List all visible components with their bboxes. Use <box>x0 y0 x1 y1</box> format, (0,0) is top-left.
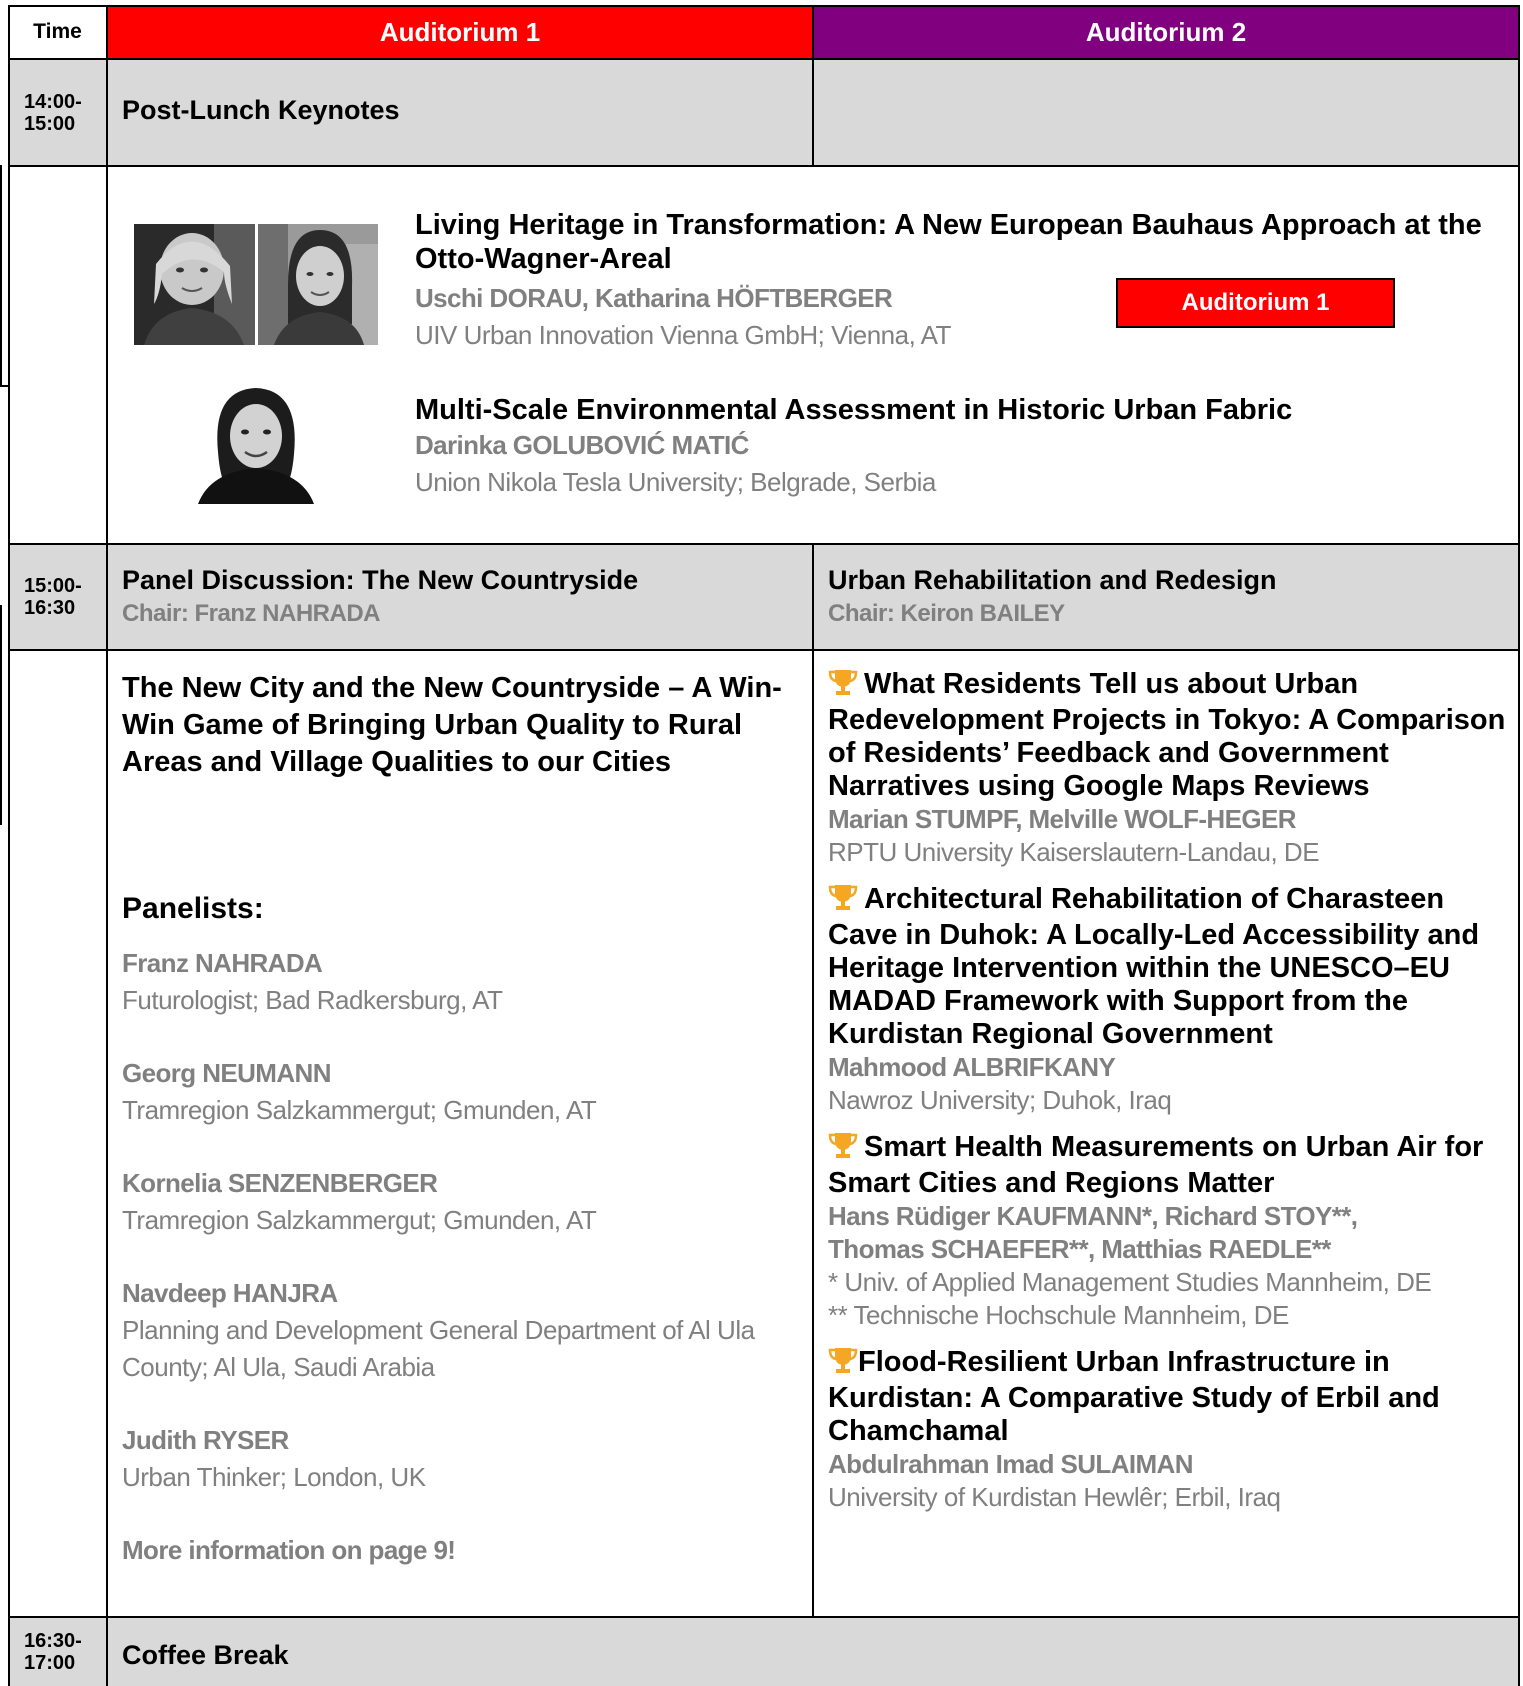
slot3-time-label: 16:30- 17:00 <box>24 1630 82 1674</box>
paper-item: Architectural Rehabilitation of Charaste… <box>828 883 1513 1117</box>
paper-title-text: Flood-Resilient Urban Infrastructure in … <box>828 1346 1440 1447</box>
rehab-paper-list: What Residents Tell us about Urban Redev… <box>828 668 1513 1514</box>
trophy-icon <box>828 668 858 704</box>
keynote-session-title: Post-Lunch Keynotes <box>122 95 400 125</box>
panelist-affiliation: Futurologist; Bad Radkersburg, AT <box>122 985 503 1015</box>
keynote1-affiliation: UIV Urban Innovation Vienna GmbH; Vienna… <box>415 320 951 350</box>
aud1-label: Auditorium 1 <box>379 16 541 47</box>
slot3-time: 16:30- 17:00 <box>10 1618 106 1686</box>
rehab-session-cell <box>813 544 1519 650</box>
time-header-label: Time <box>33 20 82 43</box>
keynote-room-badge-label: Auditorium 1 <box>1181 289 1330 316</box>
panelist-affiliation: Urban Thinker; London, UK <box>122 1462 426 1492</box>
keynote1-title: Living Heritage in Transformation: A New… <box>415 209 1482 275</box>
slot2-time: 15:00- 16:30 <box>10 545 106 649</box>
aud2-label: Auditorium 2 <box>1085 16 1247 47</box>
paper-affiliation: RPTU University Kaiserslautern-Landau, D… <box>828 837 1320 867</box>
panelist-list: Franz NAHRADA Futurologist; Bad Radkersb… <box>122 945 802 1569</box>
panelist-item: Navdeep HANJRA Planning and Development … <box>122 1275 802 1422</box>
panelist-item: Georg NEUMANN Tramregion Salzkammergut; … <box>122 1055 802 1165</box>
speaker-photo-golubovic <box>194 382 317 504</box>
paper-authors: Hans Rüdiger KAUFMANN*, Richard STOY**, <box>828 1201 1358 1231</box>
panel-session-title: Panel Discussion: The New Countryside <box>122 565 639 595</box>
panelist-name: Georg NEUMANN <box>122 1058 331 1088</box>
rehab-chair: Chair: Keiron BAILEY <box>828 600 1065 627</box>
paper-title-text: Smart Health Measurements on Urban Air f… <box>828 1131 1484 1199</box>
panelist-item: Franz NAHRADA Futurologist; Bad Radkersb… <box>122 945 802 1055</box>
panelists-heading: Panelists: <box>122 892 264 925</box>
keynote2-affiliation: Union Nikola Tesla University; Belgrade,… <box>415 467 936 497</box>
paper-title: Smart Health Measurements on Urban Air f… <box>828 1131 1513 1200</box>
panel-session-cell <box>107 544 813 650</box>
speaker-photo-dorau <box>134 224 255 345</box>
paper-title: What Residents Tell us about Urban Redev… <box>828 668 1513 803</box>
panelist-affiliation: Tramregion Salzkammergut; Gmunden, AT <box>122 1095 597 1125</box>
trophy-icon <box>828 1131 858 1167</box>
paper-title-text: Architectural Rehabilitation of Charaste… <box>828 883 1480 1050</box>
keynote2-title: Multi-Scale Environmental Assessment in … <box>415 394 1293 426</box>
panelist-name: Franz NAHRADA <box>122 948 323 978</box>
paper-affiliation: Nawroz University; Duhok, Iraq <box>828 1085 1172 1115</box>
panel-chair: Chair: Franz NAHRADA <box>122 600 381 627</box>
aud2-header-text: Auditorium 2 <box>813 6 1519 58</box>
paper-title-text: What Residents Tell us about Urban Redev… <box>828 668 1506 802</box>
paper-title: Flood-Resilient Urban Infrastructure in … <box>828 1346 1513 1448</box>
slot1-time: 14:00- 15:00 <box>10 60 106 165</box>
keynote1-authors: Uschi DORAU, Katharina HÖFTBERGER <box>415 283 893 313</box>
paper-affiliation: * Univ. of Applied Management Studies Ma… <box>828 1267 1432 1297</box>
paper-item: Flood-Resilient Urban Infrastructure in … <box>828 1346 1513 1514</box>
paper-authors: Abdulrahman Imad SULAIMAN <box>828 1449 1194 1479</box>
panelist-affiliation: Planning and Development General Departm… <box>122 1315 755 1382</box>
panelist-item: Kornelia SENZENBERGER Tramregion Salzkam… <box>122 1165 802 1275</box>
panel-title: The New City and the New Countryside – A… <box>122 672 782 778</box>
panelist-item: Judith RYSER Urban Thinker; London, UK <box>122 1422 802 1532</box>
aud2-empty-cell <box>813 59 1519 166</box>
paper-authors: Mahmood ALBRIFKANY <box>828 1052 1116 1082</box>
keynote-room-badge: Auditorium 1 <box>1116 278 1395 328</box>
slot1-time-label: 14:00- 15:00 <box>24 90 82 135</box>
coffee-break-title: Coffee Break <box>122 1640 289 1670</box>
paper-authors: Thomas SCHAEFER**, Matthias RAEDLE** <box>828 1234 1331 1264</box>
time-column-header: Time <box>8 6 107 58</box>
paper-affiliation: ** Technische Hochschule Mannheim, DE <box>828 1300 1289 1330</box>
more-info-link[interactable]: More information on page 9! <box>122 1532 802 1569</box>
paper-title: Architectural Rehabilitation of Charaste… <box>828 883 1513 1051</box>
speaker-photo-hoeftberger <box>258 224 378 345</box>
trophy-icon <box>828 1346 858 1382</box>
paper-item: What Residents Tell us about Urban Redev… <box>828 668 1513 869</box>
rehab-session-title: Urban Rehabilitation and Redesign <box>828 565 1277 595</box>
coffee-session-cell <box>107 1617 1519 1686</box>
panelist-name: Kornelia SENZENBERGER <box>122 1168 438 1198</box>
panelist-affiliation: Tramregion Salzkammergut; Gmunden, AT <box>122 1205 597 1235</box>
paper-authors: Marian STUMPF, Melville WOLF-HEGER <box>828 804 1296 834</box>
trophy-icon <box>828 883 858 919</box>
paper-affiliation: University of Kurdistan Hewlêr; Erbil, I… <box>828 1482 1281 1512</box>
slot2-time-label: 15:00- 16:30 <box>24 575 82 619</box>
aud1-header-text: Auditorium 1 <box>107 6 813 58</box>
paper-item: Smart Health Measurements on Urban Air f… <box>828 1131 1513 1332</box>
keynote2-authors: Darinka GOLUBOVIĆ MATIĆ <box>415 430 749 460</box>
panelist-name: Navdeep HANJRA <box>122 1278 338 1308</box>
panelist-name: Judith RYSER <box>122 1425 289 1455</box>
